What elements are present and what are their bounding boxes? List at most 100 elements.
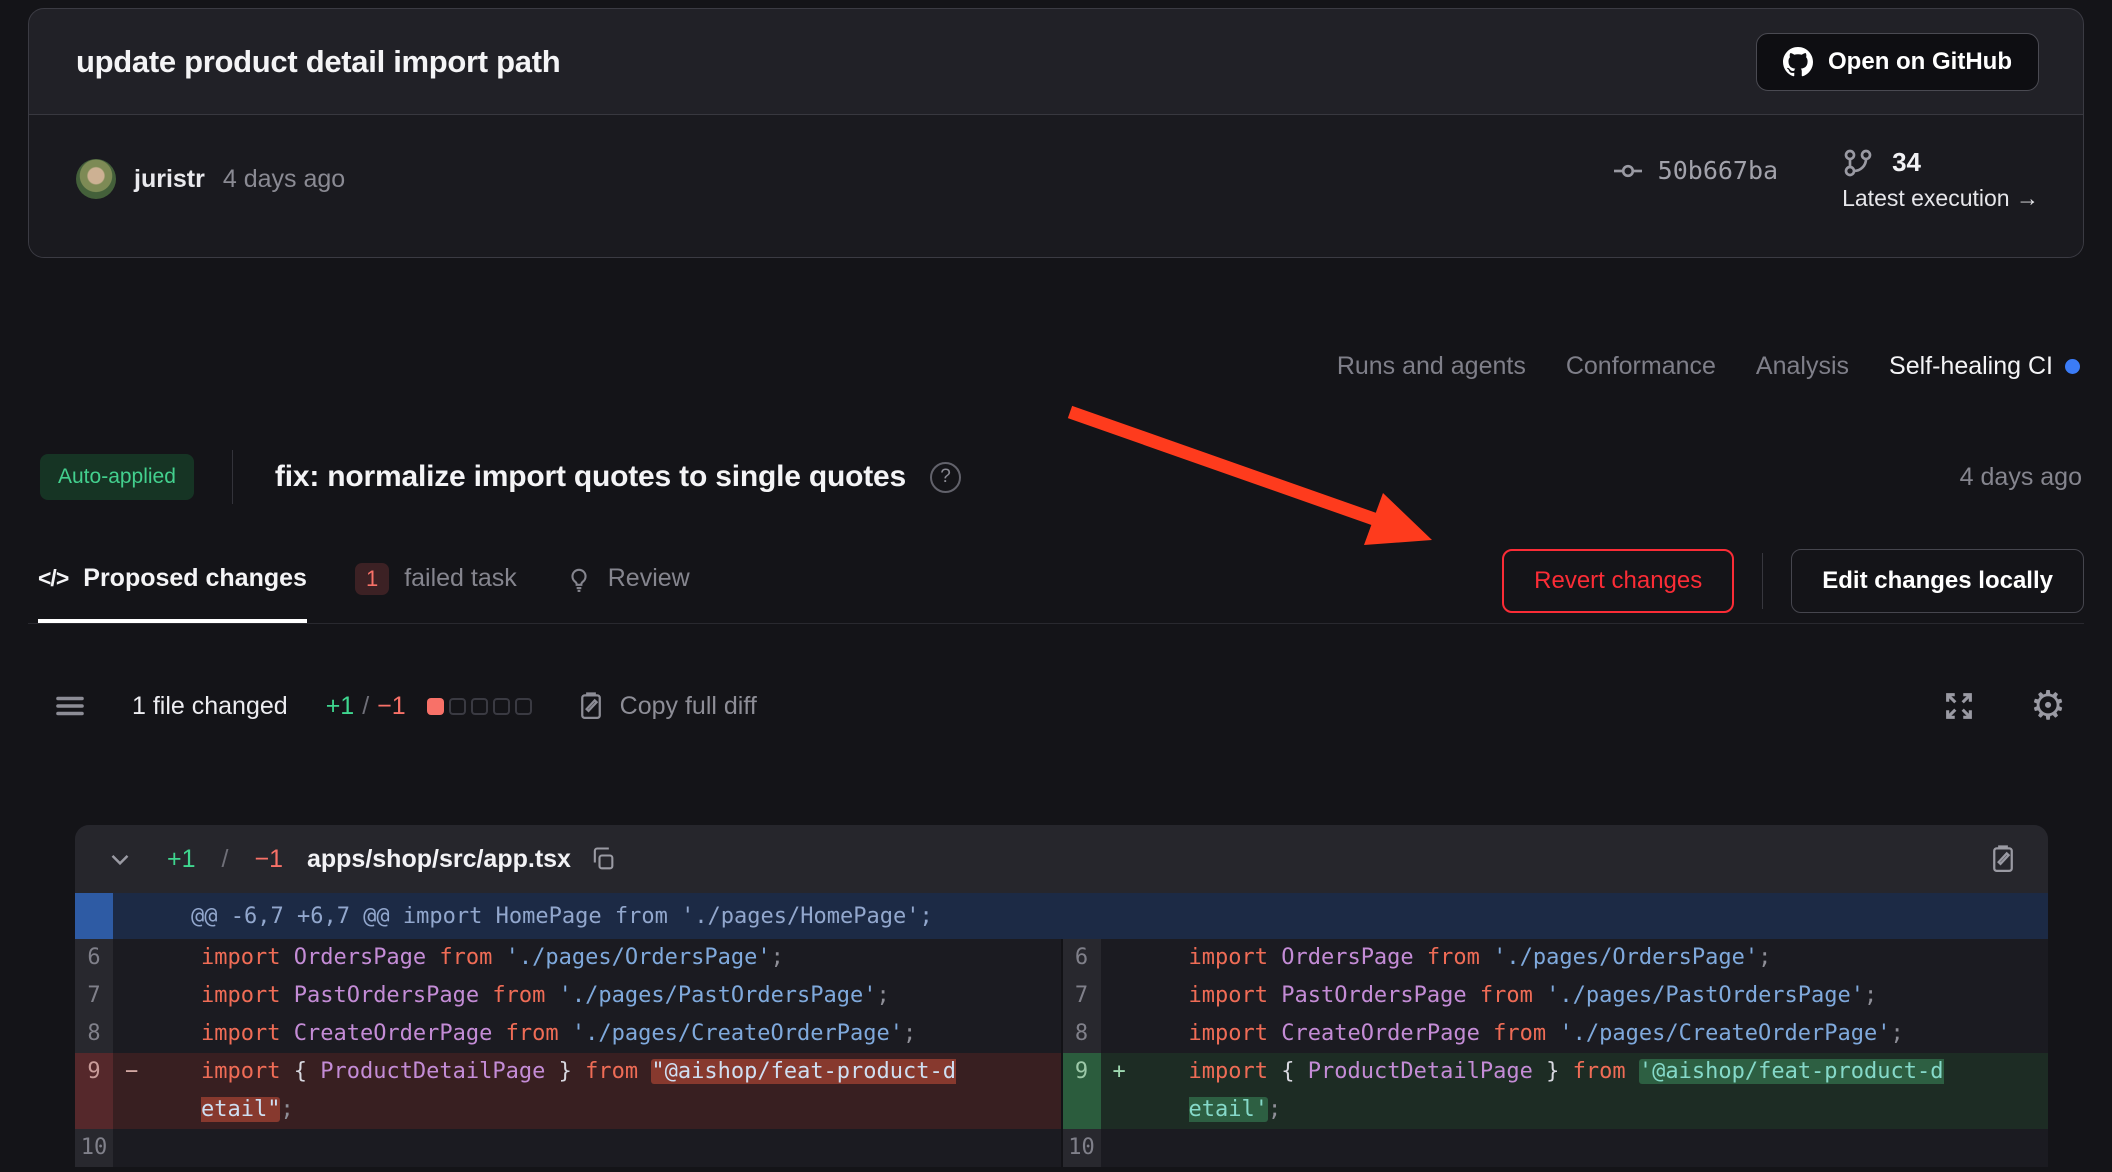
nav-tab-label: Self-healing CI <box>1889 352 2053 381</box>
tab-review-label: Review <box>608 564 690 593</box>
line-number: 9 <box>75 1053 113 1129</box>
line-number: 6 <box>75 939 113 977</box>
diff-marker <box>113 977 201 1015</box>
code-cell: import PastOrdersPage from './pages/Past… <box>1101 977 2049 1015</box>
copy-path-icon[interactable] <box>589 845 617 873</box>
nav-tabs: Runs and agents Conformance Analysis Self-h… <box>1337 352 2080 381</box>
line-number: 10 <box>75 1129 113 1167</box>
fix-header-row: Auto-applied fix: normalize import quote… <box>40 450 2082 504</box>
diff-block-empty <box>449 698 466 715</box>
nav-tab-self-healing-ci[interactable]: Self-healing CI <box>1889 352 2080 381</box>
fullscreen-icon[interactable] <box>1942 689 1976 723</box>
code-cell: import PastOrdersPage from './pages/Past… <box>113 977 1061 1015</box>
diff-line-right-7: 7import PastOrdersPage from './pages/Pas… <box>1063 977 2049 1015</box>
file-list-menu-icon[interactable] <box>28 688 88 724</box>
open-on-github-button[interactable]: Open on GitHub <box>1756 33 2039 91</box>
nav-tab-label: Runs and agents <box>1337 352 1526 381</box>
active-indicator-dot <box>2065 359 2080 374</box>
code-cell <box>1101 1129 2049 1167</box>
file-additions: +1 <box>167 845 196 874</box>
auto-applied-badge: Auto-applied <box>40 454 194 500</box>
avatar[interactable] <box>76 159 116 199</box>
nav-tab-runs-and-agents[interactable]: Runs and agents <box>1337 352 1526 381</box>
nav-tab-analysis[interactable]: Analysis <box>1756 352 1849 381</box>
diff-marker: − <box>113 1053 201 1129</box>
diff-pane-left: 6import OrdersPage from './pages/OrdersP… <box>75 939 1061 1167</box>
fix-time: 4 days ago <box>1960 463 2082 492</box>
open-on-github-label: Open on GitHub <box>1828 48 2012 76</box>
nav-tab-conformance[interactable]: Conformance <box>1566 352 1716 381</box>
commit-card-header: update product detail import path Open o… <box>29 9 2083 115</box>
author-name: juristr <box>134 165 205 194</box>
tab-failed-task-label: failed task <box>404 564 517 593</box>
clipboard-icon <box>576 691 606 721</box>
authored-time: 4 days ago <box>223 165 345 194</box>
nav-tab-label: Analysis <box>1756 352 1849 381</box>
tab-failed-task[interactable]: 1 failed task <box>355 538 517 623</box>
commit-author-block: juristr 4 days ago <box>76 159 345 199</box>
hunk-header-row: @@ -6,7 +6,7 @@ import HomePage from './… <box>75 893 2048 939</box>
revert-changes-button[interactable]: Revert changes <box>1502 549 1734 613</box>
code-tokens: import { ProductDetailPage } from '@aish… <box>1189 1053 1949 1129</box>
file-stat-separator: / <box>222 845 229 874</box>
page-title: update product detail import path <box>76 44 560 80</box>
branch-icon <box>1842 147 1874 179</box>
diff-line-left-7: 7import PastOrdersPage from './pages/Pas… <box>75 977 1061 1015</box>
diff-marker <box>113 1015 201 1053</box>
stat-separator: / <box>362 692 369 721</box>
deletions-count: −1 <box>377 692 406 721</box>
line-number: 8 <box>1063 1015 1101 1053</box>
code-tokens: import CreateOrderPage from './pages/Cre… <box>1189 1015 1949 1053</box>
commit-meta-block: 50b667ba 34 Latest execution → <box>1612 147 2039 212</box>
diff-line-left-8: 8import CreateOrderPage from './pages/Cr… <box>75 1015 1061 1053</box>
execution-count-row: 34 <box>1842 147 1921 179</box>
code-tokens <box>201 1129 961 1167</box>
diff-pane-right: 6import OrdersPage from './pages/OrdersP… <box>1063 939 2049 1167</box>
code-tokens: import PastOrdersPage from './pages/Past… <box>1189 977 1949 1015</box>
diff-blocks <box>422 698 532 715</box>
code-tokens: import { ProductDetailPage } from "@aish… <box>201 1053 961 1129</box>
code-cell: +import { ProductDetailPage } from '@ais… <box>1101 1053 2049 1129</box>
toolbar-right-icons: ⚙ <box>1942 686 2084 726</box>
diff-block-filled <box>427 698 444 715</box>
tab-proposed-changes-label: Proposed changes <box>83 564 307 593</box>
diff-line-right-9: 9+import { ProductDetailPage } from '@ai… <box>1063 1053 2049 1129</box>
copy-full-diff-button[interactable]: Copy full diff <box>576 691 757 721</box>
hunk-header-text: @@ -6,7 +6,7 @@ import HomePage from './… <box>113 904 933 929</box>
diff-line-right-6: 6import OrdersPage from './pages/OrdersP… <box>1063 939 2049 977</box>
diff-marker <box>113 939 201 977</box>
tab-review[interactable]: Review <box>565 538 690 623</box>
commit-icon <box>1612 155 1644 187</box>
hunk-header-bar <box>75 893 113 939</box>
line-number: 9 <box>1063 1053 1101 1129</box>
diff-line-right-10: 10 <box>1063 1129 2049 1167</box>
help-icon[interactable]: ? <box>930 462 961 493</box>
nav-tab-label: Conformance <box>1566 352 1716 381</box>
code-icon: </> <box>38 565 68 592</box>
diff-line-right-8: 8 import CreateOrderPage from './pages/Cr… <box>1063 1015 2049 1053</box>
github-icon <box>1783 47 1813 77</box>
line-number: 7 <box>75 977 113 1015</box>
edit-changes-locally-button[interactable]: Edit changes locally <box>1791 549 2084 613</box>
commit-card: update product detail import path Open o… <box>28 8 2084 258</box>
code-cell <box>113 1129 1061 1167</box>
code-tokens: import OrdersPage from './pages/OrdersPa… <box>1189 939 1949 977</box>
tab-proposed-changes[interactable]: </> Proposed changes <box>38 538 307 623</box>
line-number: 10 <box>1063 1129 1101 1167</box>
copy-file-diff-icon[interactable] <box>1988 844 2018 874</box>
gear-icon[interactable]: ⚙ <box>2030 686 2066 726</box>
code-tokens: import CreateOrderPage from './pages/Cre… <box>201 1015 961 1053</box>
failed-count-badge: 1 <box>355 563 389 595</box>
latest-execution-link[interactable]: Latest execution → <box>1842 185 2039 212</box>
execution-count: 34 <box>1892 147 1921 178</box>
chevron-down-icon[interactable] <box>105 844 135 874</box>
diff-marker: + <box>1101 1053 1189 1129</box>
detail-tabs: </> Proposed changes 1 failed task Revie… <box>28 538 690 623</box>
diff-file-header: +1 / −1 apps/shop/src/app.tsx <box>75 825 2048 893</box>
commit-hash-cluster[interactable]: 50b667ba <box>1612 155 1778 187</box>
code-cell: import OrdersPage from './pages/OrdersPa… <box>1101 939 2049 977</box>
vertical-divider <box>232 450 233 504</box>
diff-panes: 6 import OrdersPage from './pages/OrdersP… <box>75 939 2048 1167</box>
diff-block-empty <box>493 698 510 715</box>
diff-toolbar: 1 file changed +1 / −1 Copy full diff ⚙ <box>28 668 2084 744</box>
